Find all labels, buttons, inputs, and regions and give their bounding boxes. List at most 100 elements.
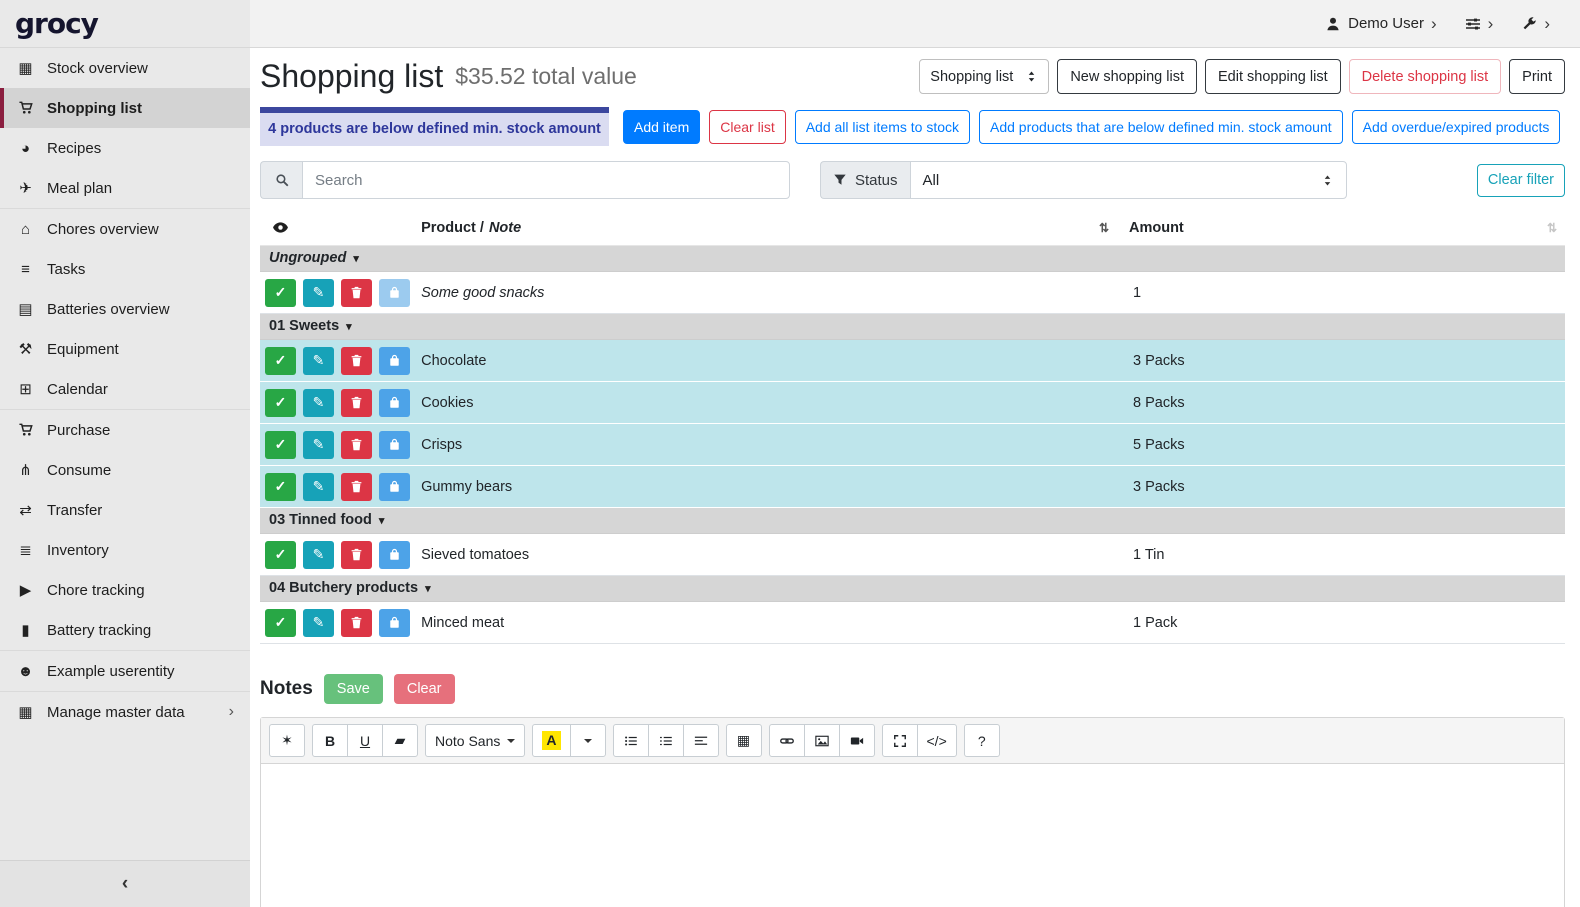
notes-textarea[interactable] bbox=[261, 764, 1564, 907]
sidebar-item-purchase[interactable]: Purchase bbox=[0, 410, 250, 450]
text-color-button[interactable]: A bbox=[532, 724, 570, 757]
sidebar-item-transfer[interactable]: ⇄ Transfer bbox=[0, 490, 250, 530]
delete-item-button[interactable] bbox=[341, 541, 372, 569]
group-row-sweets[interactable]: 01 Sweets▾ bbox=[260, 314, 1565, 340]
delete-item-button[interactable] bbox=[341, 389, 372, 417]
search-input[interactable] bbox=[302, 161, 790, 199]
settings-menu[interactable]: › bbox=[1465, 15, 1494, 32]
add-to-stock-button[interactable] bbox=[379, 473, 410, 501]
codeview-button[interactable]: </> bbox=[917, 724, 957, 757]
mark-done-button[interactable]: ✓ bbox=[265, 431, 296, 459]
sidebar-label: Chores overview bbox=[47, 221, 159, 238]
sidebar-item-manage-master-data[interactable]: ▦ Manage master data › bbox=[0, 692, 250, 732]
fullscreen-button[interactable] bbox=[882, 724, 918, 757]
mark-done-button[interactable]: ✓ bbox=[265, 279, 296, 307]
delete-item-button[interactable] bbox=[341, 473, 372, 501]
edit-item-button[interactable]: ✎ bbox=[303, 541, 334, 569]
column-header-product[interactable]: Product / Note ⇅ bbox=[417, 213, 1125, 246]
color-dropdown-button[interactable] bbox=[570, 724, 606, 757]
edit-item-button[interactable]: ✎ bbox=[303, 347, 334, 375]
delete-item-button[interactable] bbox=[341, 431, 372, 459]
add-to-stock-button[interactable] bbox=[379, 347, 410, 375]
edit-item-button[interactable]: ✎ bbox=[303, 389, 334, 417]
add-to-stock-button[interactable] bbox=[379, 279, 410, 307]
add-overdue-button[interactable]: Add overdue/expired products bbox=[1352, 110, 1561, 144]
product-name: Chocolate bbox=[417, 340, 1125, 382]
add-to-stock-button[interactable] bbox=[379, 389, 410, 417]
add-to-stock-button[interactable] bbox=[379, 431, 410, 459]
underline-button[interactable]: U bbox=[347, 724, 383, 757]
sidebar-label: Consume bbox=[47, 462, 111, 479]
delete-shopping-list-button[interactable]: Delete shopping list bbox=[1349, 59, 1502, 94]
edit-shopping-list-button[interactable]: Edit shopping list bbox=[1205, 59, 1341, 94]
new-shopping-list-button[interactable]: New shopping list bbox=[1057, 59, 1197, 94]
group-row-tinned-food[interactable]: 03 Tinned food▾ bbox=[260, 508, 1565, 534]
amount-cell: 1 Pack bbox=[1125, 602, 1565, 644]
sidebar-item-equipment[interactable]: ⚒ Equipment bbox=[0, 329, 250, 369]
eraser-button[interactable]: ▰ bbox=[382, 724, 418, 757]
mark-done-button[interactable]: ✓ bbox=[265, 347, 296, 375]
sidebar-item-meal-plan[interactable]: ✈ Meal plan bbox=[0, 168, 250, 208]
delete-item-button[interactable] bbox=[341, 279, 372, 307]
sidebar-item-recipes[interactable]: ◕ Recipes bbox=[0, 128, 250, 168]
mark-done-button[interactable]: ✓ bbox=[265, 389, 296, 417]
notes-save-button[interactable]: Save bbox=[324, 674, 383, 704]
print-button[interactable]: Print bbox=[1509, 59, 1565, 94]
bold-button[interactable]: B bbox=[312, 724, 348, 757]
paragraph-button[interactable] bbox=[683, 724, 719, 757]
total-value: $35.52 total value bbox=[455, 63, 637, 90]
admin-menu[interactable]: › bbox=[1521, 15, 1550, 32]
sidebar-collapse-button[interactable]: ‹ bbox=[0, 860, 250, 907]
add-to-stock-button[interactable] bbox=[379, 609, 410, 637]
add-all-to-stock-button[interactable]: Add all list items to stock bbox=[795, 110, 970, 144]
sidebar-item-inventory[interactable]: ≣ Inventory bbox=[0, 530, 250, 570]
add-item-button[interactable]: Add item bbox=[623, 110, 700, 144]
add-below-min-button[interactable]: Add products that are below defined min.… bbox=[979, 110, 1343, 144]
eye-icon[interactable] bbox=[272, 219, 289, 236]
clear-filter-button[interactable]: Clear filter bbox=[1477, 164, 1565, 197]
sidebar-item-batteries-overview[interactable]: ▤ Batteries overview bbox=[0, 289, 250, 329]
video-button[interactable] bbox=[839, 724, 875, 757]
notes-clear-button[interactable]: Clear bbox=[394, 674, 455, 704]
edit-item-button[interactable]: ✎ bbox=[303, 609, 334, 637]
picture-button[interactable] bbox=[804, 724, 840, 757]
mark-done-button[interactable]: ✓ bbox=[265, 609, 296, 637]
group-row-ungrouped[interactable]: Ungrouped▾ bbox=[260, 246, 1565, 272]
delete-item-button[interactable] bbox=[341, 609, 372, 637]
help-button[interactable]: ? bbox=[964, 724, 1000, 757]
table-button[interactable]: ▦ bbox=[726, 724, 762, 757]
ordered-list-button[interactable] bbox=[648, 724, 684, 757]
sidebar-label: Chore tracking bbox=[47, 582, 145, 599]
magic-style-button[interactable]: ✶ bbox=[269, 724, 305, 757]
below-min-stock-banner[interactable]: 4 products are below defined min. stock … bbox=[260, 107, 609, 146]
grocy-logo[interactable]: grocy bbox=[15, 7, 98, 40]
sidebar-item-tasks[interactable]: ≡ Tasks bbox=[0, 249, 250, 289]
sidebar-item-chores-overview[interactable]: ⌂ Chores overview bbox=[0, 209, 250, 249]
add-to-stock-button[interactable] bbox=[379, 541, 410, 569]
group-row-butchery[interactable]: 04 Butchery products▾ bbox=[260, 576, 1565, 602]
mark-done-button[interactable]: ✓ bbox=[265, 541, 296, 569]
sidebar-item-consume[interactable]: ⋔ Consume bbox=[0, 450, 250, 490]
user-menu[interactable]: Demo User › bbox=[1325, 15, 1437, 32]
edit-item-button[interactable]: ✎ bbox=[303, 431, 334, 459]
delete-item-button[interactable] bbox=[341, 347, 372, 375]
shopping-list-select[interactable]: Shopping list bbox=[919, 59, 1049, 94]
link-button[interactable] bbox=[769, 724, 805, 757]
sidebar-item-example-userentity[interactable]: ☻ Example userentity bbox=[0, 651, 250, 691]
sidebar-item-battery-tracking[interactable]: ▮ Battery tracking bbox=[0, 610, 250, 650]
shopping-bag-icon bbox=[388, 480, 401, 493]
unordered-list-button[interactable] bbox=[613, 724, 649, 757]
column-header-amount[interactable]: Amount ⇅ bbox=[1125, 213, 1565, 246]
sidebar-item-calendar[interactable]: ⊞ Calendar bbox=[0, 369, 250, 409]
sort-icon[interactable]: ⇅ bbox=[1099, 221, 1109, 235]
edit-item-button[interactable]: ✎ bbox=[303, 279, 334, 307]
sidebar-item-stock-overview[interactable]: ▦ Stock overview bbox=[0, 48, 250, 88]
sidebar-item-shopping-list[interactable]: Shopping list bbox=[0, 88, 250, 128]
sidebar-item-chore-tracking[interactable]: ▶ Chore tracking bbox=[0, 570, 250, 610]
clear-list-button[interactable]: Clear list bbox=[709, 110, 785, 144]
sort-icon[interactable]: ⇅ bbox=[1547, 221, 1557, 235]
mark-done-button[interactable]: ✓ bbox=[265, 473, 296, 501]
font-family-button[interactable]: Noto Sans bbox=[425, 724, 525, 757]
edit-item-button[interactable]: ✎ bbox=[303, 473, 334, 501]
status-select[interactable]: All bbox=[910, 161, 1347, 199]
